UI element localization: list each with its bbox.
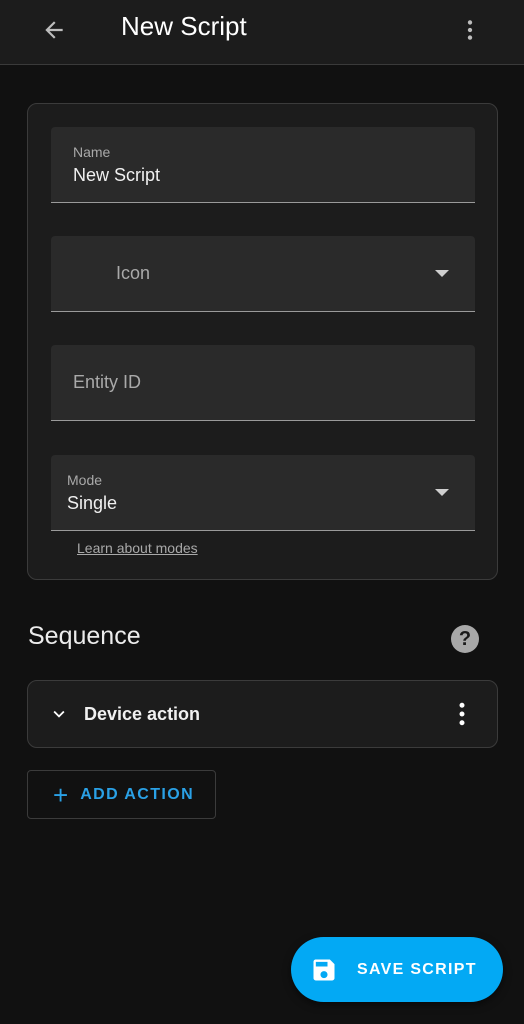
help-icon[interactable]: ? — [451, 625, 479, 653]
add-action-button[interactable]: + ADD ACTION — [27, 770, 216, 819]
dropdown-arrow-icon — [435, 270, 449, 277]
save-script-button[interactable]: SAVE SCRIPT — [291, 937, 503, 1002]
mode-label: Mode — [67, 472, 103, 488]
floppy-disk-icon — [313, 959, 335, 980]
arrow-left-icon — [45, 21, 63, 39]
plus-icon: + — [53, 779, 69, 810]
top-app-bar: New Script — [0, 0, 524, 65]
overflow-menu-button[interactable] — [446, 6, 494, 54]
sequence-heading: Sequence — [28, 622, 141, 650]
save-script-label: SAVE SCRIPT — [357, 960, 477, 978]
name-field[interactable]: Name New Script — [51, 127, 475, 203]
script-editor: New Script Name New Script Icon Entity I… — [0, 0, 524, 1024]
entity-id-field[interactable]: Entity ID — [51, 345, 475, 421]
dots-vertical-icon — [467, 20, 473, 40]
action-label: Device action — [84, 704, 201, 724]
add-action-label: ADD ACTION — [80, 785, 195, 803]
entity-id-placeholder: Entity ID — [73, 372, 142, 392]
icon-placeholder: Icon — [116, 263, 151, 283]
back-button[interactable] — [30, 6, 78, 54]
mode-select[interactable]: Mode Single — [51, 455, 475, 531]
learn-about-modes-link[interactable]: Learn about modes — [77, 540, 198, 556]
name-label: Name — [73, 144, 111, 160]
icon-picker[interactable]: Icon — [51, 236, 475, 312]
action-row[interactable]: Device action — [27, 680, 498, 748]
script-settings-card: Name New Script Icon Entity ID Mode Sing… — [27, 103, 498, 580]
mode-value: Single — [67, 493, 118, 513]
page-title: New Script — [121, 11, 247, 41]
dropdown-arrow-icon — [435, 489, 449, 496]
dots-vertical-icon[interactable] — [447, 699, 477, 729]
name-value: New Script — [73, 165, 161, 185]
chevron-down-icon[interactable] — [48, 703, 70, 725]
